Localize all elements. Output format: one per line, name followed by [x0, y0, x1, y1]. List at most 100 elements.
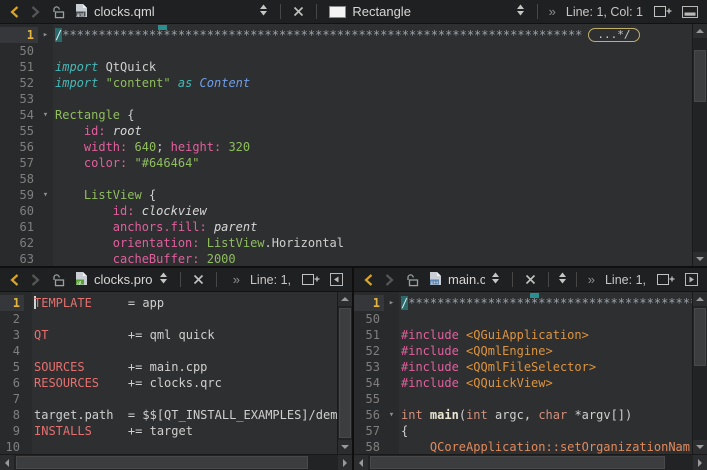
scroll-up-button[interactable]: [338, 292, 352, 306]
scroll-up-button[interactable]: [693, 292, 707, 306]
lock-icon[interactable]: [48, 3, 68, 21]
vertical-scrollbar[interactable]: [692, 24, 707, 266]
editor-clocks-qml[interactable]: 1▸/*************************************…: [0, 24, 692, 266]
scroll-left-button[interactable]: [0, 455, 14, 470]
fold-spacer: [384, 423, 399, 439]
symbol-dropdown-collapsed[interactable]: [558, 272, 567, 287]
code-text: import "content" as Content: [53, 75, 692, 91]
scrollbar-thumb[interactable]: [694, 50, 706, 102]
horizontal-scrollbar[interactable]: [354, 454, 707, 470]
line-number: 1: [0, 27, 38, 43]
updown-arrows-icon: [259, 4, 268, 19]
fold-spacer: [384, 311, 399, 327]
lock-icon[interactable]: [402, 271, 422, 289]
open-document-dropdown[interactable]: c++ main.cpp: [426, 271, 503, 289]
open-document-dropdown[interactable]: qml clocks.qml: [72, 3, 271, 21]
fold-spacer: [24, 391, 32, 407]
close-document-button[interactable]: [522, 272, 539, 287]
line-number: 56: [354, 407, 384, 423]
fold-spacer: [38, 59, 53, 75]
back-button[interactable]: [6, 3, 23, 21]
code-text: [53, 43, 692, 59]
back-button[interactable]: [6, 271, 23, 289]
fold-collapsed-icon[interactable]: ▸: [38, 27, 53, 43]
split-editor-button[interactable]: [651, 3, 675, 20]
toggle-panel-button[interactable]: [679, 4, 701, 20]
scroll-left-button[interactable]: [354, 455, 368, 470]
line-number: 4: [0, 343, 24, 359]
code-text: [32, 343, 337, 359]
vertical-scrollbar[interactable]: [692, 292, 707, 454]
code-text: [399, 391, 692, 407]
code-line: 57{: [354, 423, 692, 439]
code-line: 52 import "content" as Content: [0, 75, 692, 91]
toolbar-overflow-chevron[interactable]: »: [588, 272, 595, 287]
close-split-button[interactable]: [327, 271, 346, 288]
code-line: 58: [0, 171, 692, 187]
line-number: 1: [0, 295, 24, 311]
forward-button[interactable]: [381, 271, 398, 289]
code-line: 60 id: clockview: [0, 203, 692, 219]
scrollbar-track[interactable]: [338, 306, 352, 440]
horizontal-scrollbar[interactable]: [0, 454, 352, 470]
back-button[interactable]: [360, 271, 377, 289]
split-editor-button[interactable]: [654, 271, 678, 288]
toolbar-separator: [180, 272, 181, 287]
scroll-right-button[interactable]: [338, 455, 352, 470]
fold-spacer: [384, 375, 399, 391]
scrollbar-track[interactable]: [368, 455, 693, 470]
line-number: 52: [0, 75, 38, 91]
close-document-button[interactable]: [190, 272, 207, 287]
editor-clocks-pro[interactable]: 1TEMPLATE = app23QT += qml quick45SOURCE…: [0, 292, 337, 454]
code-text: TEMPLATE = app: [32, 295, 337, 311]
scroll-down-button[interactable]: [693, 440, 707, 454]
code-text: [53, 91, 692, 107]
forward-button[interactable]: [27, 3, 44, 21]
file-name: clocks.qml: [94, 4, 155, 19]
scrollbar-thumb[interactable]: [694, 308, 706, 366]
scrollbar-thumb[interactable]: [16, 456, 308, 469]
split-editor-button[interactable]: [299, 271, 323, 288]
scrollbar-thumb[interactable]: [339, 308, 351, 438]
scrollbar-track[interactable]: [14, 455, 338, 470]
toolbar-separator: [512, 272, 513, 287]
code-text: QCoreApplication::setOrganizationNam: [399, 439, 692, 454]
line-number: 53: [354, 359, 384, 375]
fold-spacer: [24, 439, 32, 454]
scrollbar-thumb[interactable]: [370, 456, 665, 469]
close-document-button[interactable]: [290, 4, 307, 19]
fold-expanded-icon[interactable]: ▾: [38, 187, 53, 203]
scroll-right-button[interactable]: [693, 455, 707, 470]
scroll-up-button[interactable]: [693, 24, 707, 38]
code-text: /***************************************…: [53, 27, 692, 43]
line-number: 59: [0, 187, 38, 203]
open-document-dropdown[interactable]: qt clocks.pro: [72, 271, 171, 289]
fold-spacer: [24, 327, 32, 343]
scroll-down-button[interactable]: [693, 252, 707, 266]
file-name: clocks.pro: [94, 272, 153, 287]
line-number: 5: [0, 359, 24, 375]
fold-expanded-icon[interactable]: ▾: [384, 407, 399, 423]
code-text: Rectangle {: [53, 107, 692, 123]
scrollbar-track[interactable]: [693, 38, 707, 252]
code-text: width: 640; height: 320: [53, 139, 692, 155]
close-split-button[interactable]: [682, 271, 701, 288]
editor-main-cpp[interactable]: 1▸/*************************************…: [354, 292, 692, 454]
code-line: 62 orientation: ListView.Horizontal: [0, 235, 692, 251]
fold-collapsed-icon[interactable]: ▸: [384, 295, 399, 311]
vertical-scrollbar[interactable]: [337, 292, 352, 454]
toolbar-overflow-chevron[interactable]: »: [549, 4, 556, 19]
code-text: import QtQuick: [53, 59, 692, 75]
fold-spacer: [24, 343, 32, 359]
forward-button[interactable]: [27, 271, 44, 289]
fold-expanded-icon[interactable]: ▾: [38, 107, 53, 123]
scrollbar-track[interactable]: [693, 306, 707, 440]
line-number: 60: [0, 203, 38, 219]
toolbar-overflow-chevron[interactable]: »: [233, 272, 240, 287]
code-line: 59▾ ListView {: [0, 187, 692, 203]
line-number: 58: [354, 439, 384, 454]
symbol-dropdown[interactable]: Rectangle: [326, 4, 527, 19]
collapsed-comment-badge[interactable]: ...*/: [588, 28, 639, 42]
lock-icon[interactable]: [48, 271, 68, 289]
scroll-down-button[interactable]: [338, 440, 352, 454]
